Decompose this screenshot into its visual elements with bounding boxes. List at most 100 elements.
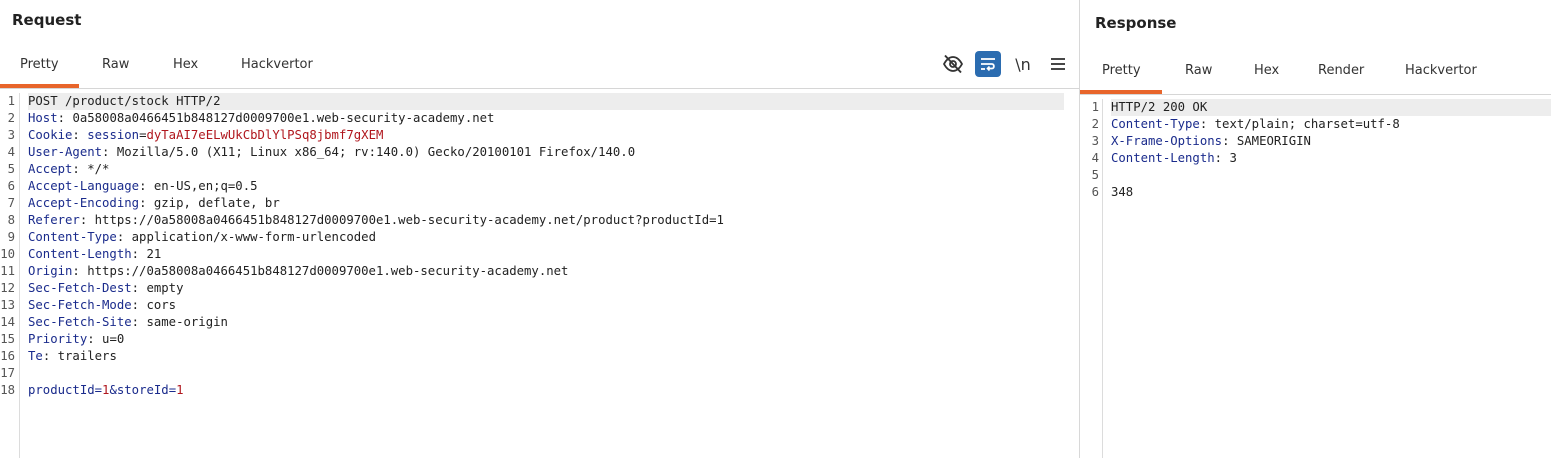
response-tab-hackvertor[interactable]: Hackvertor — [1383, 60, 1493, 94]
header-separator: : — [131, 281, 147, 295]
header-name: Referer — [28, 213, 80, 227]
header-line: 2 Host: 0a58008a0466451b848127d0009700e1… — [0, 110, 1079, 127]
response-tab-render[interactable]: Render — [1296, 60, 1383, 94]
blank-line: 17 — [0, 365, 1079, 382]
line-number: 8 — [7, 213, 15, 227]
header-name: Accept — [28, 162, 73, 176]
hamburger-menu-icon[interactable] — [1045, 51, 1071, 77]
response-tabs: Pretty Raw Hex Render Hackvertor — [1080, 60, 1493, 94]
header-value: empty — [146, 281, 184, 295]
line-number: 5 — [1091, 168, 1099, 182]
line-number: 1 — [1091, 100, 1099, 114]
response-panel: Response Pretty Raw Hex Render Hackverto… — [1080, 0, 1551, 458]
line-number: 3 — [1091, 134, 1099, 148]
header-line: 2 Content-Type: text/plain; charset=utf-… — [1080, 116, 1551, 133]
header-name: Cookie — [28, 128, 73, 142]
header-line: 14 Sec-Fetch-Site: same-origin — [0, 314, 1079, 331]
header-name: Sec-Fetch-Mode — [28, 298, 132, 312]
header-separator: : — [1199, 117, 1215, 131]
header-value: 21 — [146, 247, 162, 261]
header-name: Accept-Language — [28, 179, 140, 193]
header-separator: : — [139, 196, 154, 210]
header-value: SAMEORIGIN — [1236, 134, 1311, 148]
status-line-text: HTTP/2 200 OK — [1111, 100, 1208, 114]
response-body-text: 348 — [1111, 185, 1134, 199]
header-name: Content-Length — [1111, 151, 1215, 165]
request-tab-hex[interactable]: Hex — [148, 54, 216, 88]
header-name: Content-Length — [28, 247, 132, 261]
header-line: 9 Content-Type: application/x-www-form-u… — [0, 229, 1079, 246]
line-number: 7 — [7, 196, 15, 210]
header-line: 4 User-Agent: Mozilla/5.0 (X11; Linux x8… — [0, 144, 1079, 161]
header-line: 7 Accept-Encoding: gzip, deflate, br — [0, 195, 1079, 212]
param-equals: = — [94, 383, 103, 397]
request-tab-hackvertor[interactable]: Hackvertor — [216, 54, 326, 88]
header-separator: : — [131, 298, 147, 312]
header-separator: : — [72, 264, 88, 278]
line-number: 3 — [7, 128, 15, 142]
header-separator: : — [139, 179, 154, 193]
blank-line: 5 — [1080, 167, 1551, 184]
header-separator: : — [116, 230, 132, 244]
line-number: 12 — [0, 281, 15, 295]
param-value: 1 — [176, 383, 184, 397]
header-separator: : — [79, 213, 95, 227]
header-name: Content-Type — [28, 230, 117, 244]
param-ampersand: & — [109, 383, 117, 397]
line-number: 15 — [0, 332, 15, 346]
header-name: Te — [28, 349, 43, 363]
response-tab-pretty[interactable]: Pretty — [1080, 60, 1162, 94]
line-number: 14 — [0, 315, 15, 329]
line-number: 6 — [1091, 185, 1099, 199]
header-line: 3 X-Frame-Options: SAMEORIGIN — [1080, 133, 1551, 150]
header-line: 16 Te: trailers — [0, 348, 1079, 365]
request-editor[interactable]: 1 POST /product/stock HTTP/2 2 Host: 0a5… — [0, 93, 1079, 458]
body-line: 18 productId=1&storeId=1 — [0, 382, 1079, 399]
header-line: 5 Accept: */* — [0, 161, 1079, 178]
response-tab-raw[interactable]: Raw — [1162, 60, 1232, 94]
header-line: 11 Origin: https://0a58008a0466451b84812… — [0, 263, 1079, 280]
line-number: 18 — [0, 383, 15, 397]
body-line: 6 348 — [1080, 184, 1551, 201]
cookie-name: session — [87, 128, 140, 142]
header-separator: : — [131, 315, 147, 329]
header-line: 15 Priority: u=0 — [0, 331, 1079, 348]
header-separator: : — [42, 349, 58, 363]
header-line: 4 Content-Length: 3 — [1080, 150, 1551, 167]
newline-toggle-button[interactable]: \n — [1010, 51, 1036, 77]
header-value: Mozilla/5.0 (X11; Linux x86_64; rv:140.0… — [116, 145, 636, 159]
header-value: https://0a58008a0466451b848127d0009700e1… — [94, 213, 724, 227]
header-value: https://0a58008a0466451b848127d0009700e1… — [87, 264, 569, 278]
header-separator: : — [57, 111, 73, 125]
response-tab-hex[interactable]: Hex — [1232, 60, 1296, 94]
param-name: productId — [28, 383, 95, 397]
header-line: 8 Referer: https://0a58008a0466451b84812… — [0, 212, 1079, 229]
request-toolbar: \n — [940, 50, 1079, 78]
header-separator: : — [1222, 134, 1237, 148]
header-separator: : — [72, 128, 88, 142]
header-value: 3 — [1229, 151, 1237, 165]
status-line: 1 HTTP/2 200 OK — [1080, 99, 1551, 116]
response-editor[interactable]: 1 HTTP/2 200 OK 2 Content-Type: text/pla… — [1080, 99, 1551, 458]
request-title: Request — [12, 11, 82, 29]
header-name: Origin — [28, 264, 73, 278]
header-name: User-Agent — [28, 145, 103, 159]
request-tab-pretty[interactable]: Pretty — [0, 54, 79, 88]
line-number: 5 — [7, 162, 15, 176]
response-tabs-border — [1080, 94, 1551, 95]
request-tabs-border — [0, 88, 1079, 89]
word-wrap-icon[interactable] — [975, 51, 1001, 77]
header-line: 10 Content-Length: 21 — [0, 246, 1079, 263]
header-line: 13 Sec-Fetch-Mode: cors — [0, 297, 1079, 314]
eye-slash-icon[interactable] — [940, 51, 966, 77]
line-number: 16 — [0, 349, 15, 363]
header-separator: : — [102, 145, 117, 159]
header-name: Priority — [28, 332, 88, 346]
header-separator: : — [72, 162, 88, 176]
header-value: text/plain; charset=utf-8 — [1214, 117, 1400, 131]
header-value: trailers — [57, 349, 117, 363]
request-tab-raw[interactable]: Raw — [79, 54, 148, 88]
header-name: Content-Type — [1111, 117, 1200, 131]
line-number: 4 — [7, 145, 15, 159]
line-number: 2 — [7, 111, 15, 125]
